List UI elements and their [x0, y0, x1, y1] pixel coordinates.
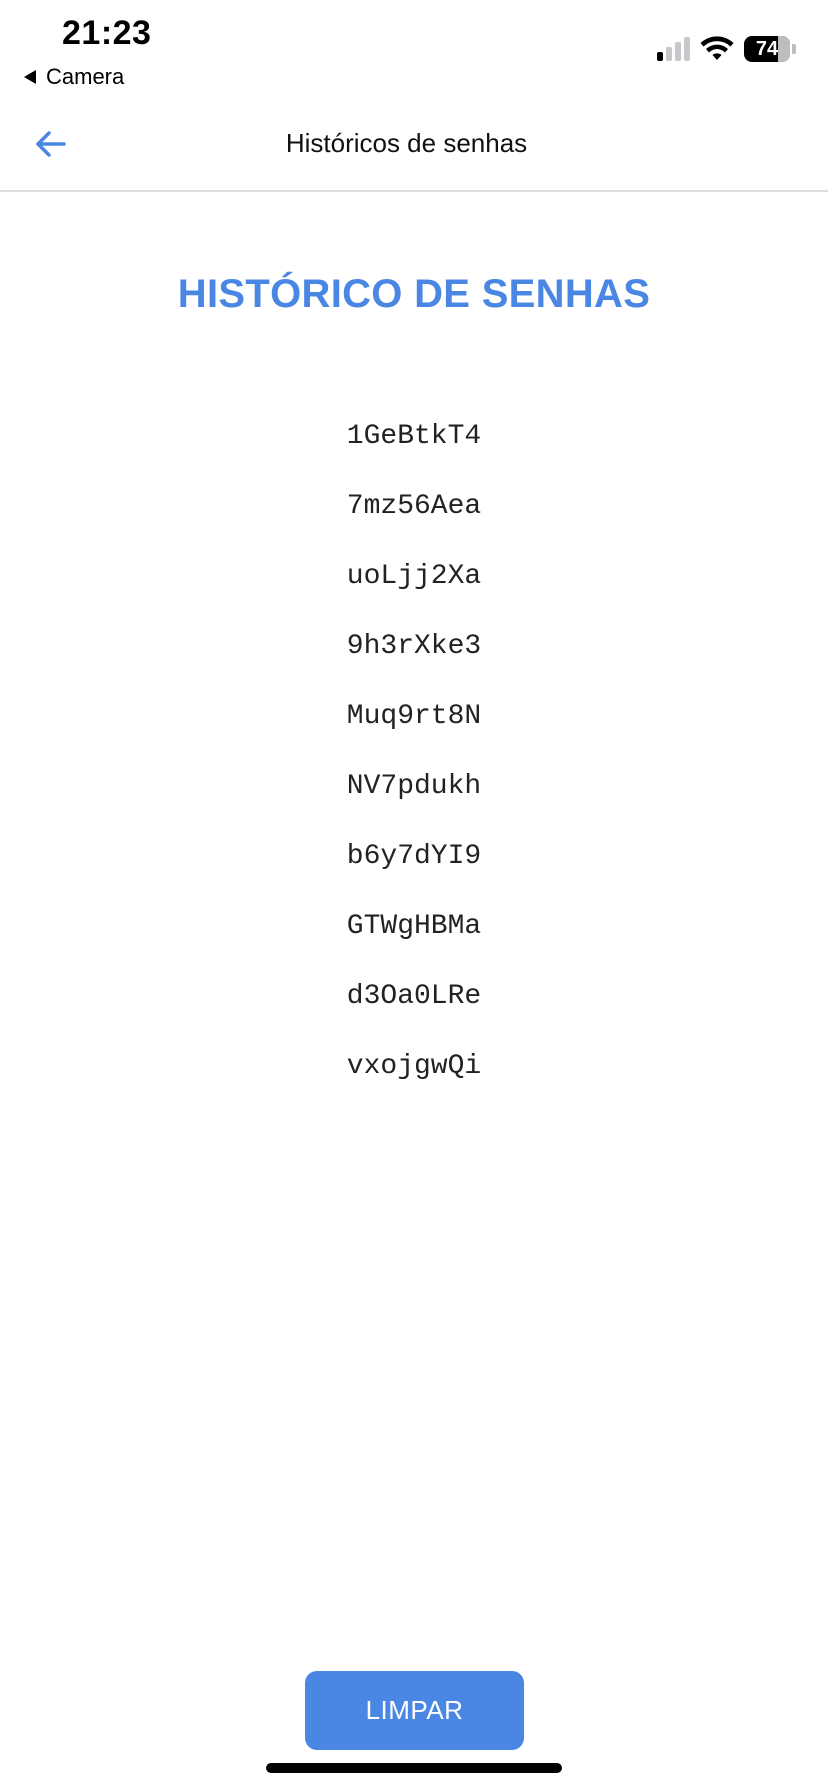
- app-header: Históricos de senhas: [0, 100, 828, 192]
- back-app-label: Camera: [46, 64, 125, 89]
- password-item: uoLjj2Xa: [346, 561, 482, 592]
- page-heading-text: HISTÓRICO DE SENHAS: [177, 272, 651, 316]
- password-item: d3Oa0LRe: [346, 981, 482, 1012]
- password-item: GTWgHBMa: [346, 911, 482, 942]
- status-indicators: 74: [657, 34, 796, 64]
- wifi-icon: [700, 36, 734, 60]
- password-item: NV7pdukh: [346, 771, 482, 802]
- status-bar: 21:23 Camera 74: [0, 0, 828, 100]
- password-item: 9h3rXke3: [346, 631, 482, 662]
- status-time: 21:23: [62, 14, 152, 52]
- password-item: 7mz56Aea: [346, 491, 482, 522]
- password-history-list: 1GeBtkT4 7mz56Aea uoLjj2Xa 9h3rXke3 Muq9…: [0, 412, 828, 1112]
- page-heading: HISTÓRICO DE SENHAS: [0, 272, 828, 317]
- home-indicator: [266, 1763, 562, 1773]
- battery-icon: 74: [744, 36, 790, 62]
- clear-button[interactable]: LIMPAR: [305, 1671, 524, 1750]
- password-item: 1GeBtkT4: [346, 421, 482, 452]
- signal-icon: [657, 37, 690, 61]
- header-title: Históricos de senhas: [285, 128, 528, 158]
- password-item: vxojgwQi: [346, 1051, 482, 1082]
- password-item: b6y7dYI9: [346, 841, 482, 872]
- back-triangle-icon: [24, 70, 36, 84]
- password-item: Muq9rt8N: [346, 701, 482, 732]
- back-to-app-link[interactable]: Camera: [24, 63, 124, 91]
- battery-percent: 74: [755, 37, 779, 60]
